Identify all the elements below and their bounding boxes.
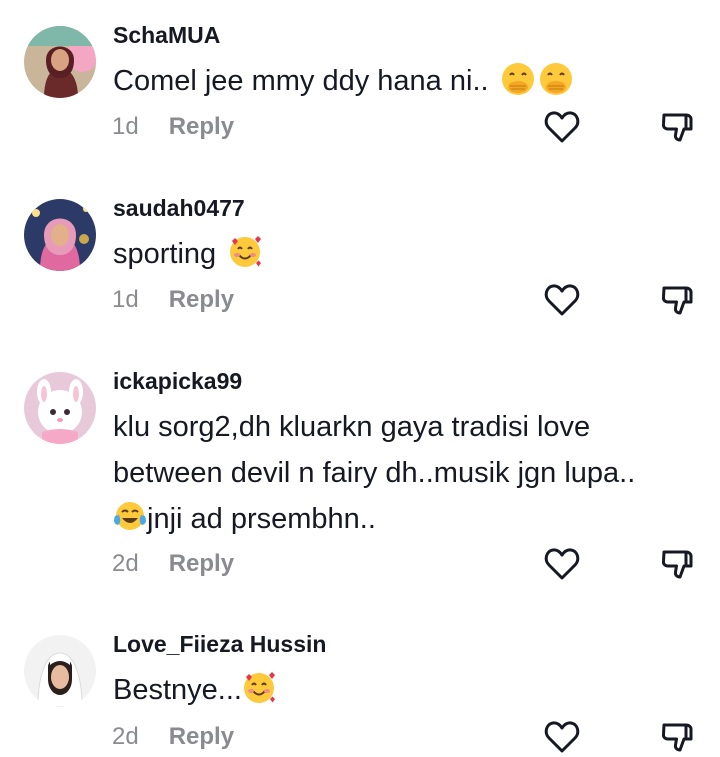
comment-line-text: jnji ad prsembhn..: [147, 503, 376, 535]
comment-meta: 2d Reply: [112, 723, 234, 751]
comment-time: 2d: [112, 550, 139, 577]
comment-username[interactable]: SchaMUA: [113, 22, 220, 49]
smiling-face-with-hearts-icon: [228, 235, 262, 269]
comment-line: Bestnye...: [113, 667, 693, 713]
hand-over-mouth-icon: [501, 62, 535, 96]
avatar[interactable]: [24, 26, 96, 98]
comment-line-text: Bestnye...: [113, 674, 242, 706]
dislike-button[interactable]: [658, 717, 698, 757]
avatar-image: [24, 199, 96, 271]
reply-button[interactable]: Reply: [169, 286, 234, 313]
dislike-button[interactable]: [658, 280, 698, 320]
reply-button[interactable]: Reply: [169, 550, 234, 577]
comment-text: klu sorg2,dh kluarkn gaya tradisi love b…: [113, 404, 693, 542]
comment-text: Bestnye...: [113, 667, 693, 713]
comment-text: sporting: [113, 231, 693, 277]
comment-username[interactable]: saudah0477: [113, 195, 245, 222]
avatar[interactable]: [24, 635, 96, 707]
comment-time: 1d: [112, 113, 139, 140]
heart-outline-icon: [544, 111, 580, 143]
comment-meta: 1d Reply: [112, 113, 234, 141]
like-button[interactable]: [542, 280, 582, 320]
comment-line: between devil n fairy dh..musik jgn lupa…: [113, 457, 636, 489]
comment-time: 2d: [112, 723, 139, 750]
comment-line: Comel jee mmy ddy hana ni..: [113, 58, 693, 104]
dislike-button[interactable]: [658, 107, 698, 147]
dislike-button[interactable]: [658, 544, 698, 584]
reply-button[interactable]: Reply: [169, 113, 234, 140]
comment-line: klu sorg2,dh kluarkn gaya tradisi love: [113, 411, 591, 443]
comment-meta: 2d Reply: [112, 550, 234, 578]
thumbs-down-outline-icon: [661, 113, 693, 142]
comment-line: sporting: [113, 231, 693, 277]
avatar-image: [24, 635, 96, 707]
reply-button[interactable]: Reply: [169, 723, 234, 750]
avatar-image: [24, 372, 96, 444]
comment-line-text: sporting: [113, 238, 225, 270]
thumbs-down-outline-icon: [661, 286, 693, 315]
like-button[interactable]: [542, 107, 582, 147]
heart-outline-icon: [544, 284, 580, 316]
comment-text: Comel jee mmy ddy hana ni..: [113, 58, 693, 104]
like-button[interactable]: [542, 544, 582, 584]
thumbs-down-outline-icon: [661, 723, 693, 752]
like-button[interactable]: [542, 717, 582, 757]
comment-time: 1d: [112, 286, 139, 313]
hand-over-mouth-icon: [539, 62, 573, 96]
heart-outline-icon: [544, 548, 580, 580]
heart-outline-icon: [544, 721, 580, 753]
thumbs-down-outline-icon: [661, 550, 693, 579]
avatar-image: [24, 26, 96, 98]
avatar[interactable]: [24, 372, 96, 444]
comment-username[interactable]: ickapicka99: [113, 368, 242, 395]
comment-line-text: Comel jee mmy ddy hana ni..: [113, 65, 497, 97]
tears-of-joy-icon: [113, 500, 147, 534]
smiling-face-with-hearts-icon: [242, 671, 276, 705]
avatar[interactable]: [24, 199, 96, 271]
comment-line: jnji ad prsembhn..: [113, 496, 693, 542]
comment-meta: 1d Reply: [112, 286, 234, 314]
comment-username[interactable]: Love_Fiieza Hussin: [113, 631, 326, 658]
